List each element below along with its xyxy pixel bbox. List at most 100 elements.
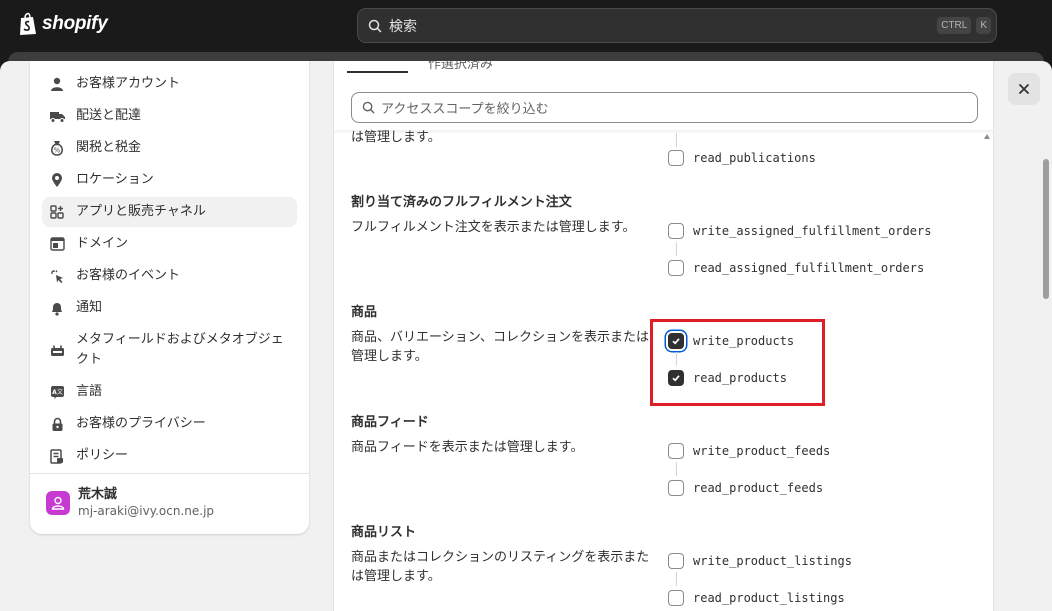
scroll-up-arrow-icon[interactable] [984,134,990,139]
perm-write-product-listings[interactable]: write_product_listings [668,553,852,569]
perm-connector [676,242,677,256]
user-account[interactable]: 荒木誠 mj-araki@ivy.ocn.ne.jp [46,487,214,519]
sidebar-item-shipping[interactable]: 配送と配達 [42,101,297,131]
shortcut-ctrl: CTRL [937,17,972,34]
sidebar-item-customer-privacy[interactable]: お客様のプライバシー [42,409,297,439]
truck-icon [48,106,66,126]
sidebar-item-customer-events[interactable]: お客様のイベント [42,261,297,291]
lock-icon [48,414,66,434]
sidebar-item-languages[interactable]: A文 言語 [42,377,297,407]
apps-icon [48,202,66,222]
scope-filter-input[interactable]: アクセススコープを絞り込む [351,92,978,123]
cursor-click-icon [48,266,66,286]
scope-description: 商品フィードを表示または管理します。 [351,440,584,455]
perm-label: read_publications [693,151,816,165]
scope-description-partial: は管理します。 [351,130,441,145]
sidebar-item-domains[interactable]: ドメイン [42,229,297,259]
tab-selected[interactable]: 作選択済み [428,61,493,72]
perm-label: write_product_listings [693,554,852,568]
person-icon [48,74,66,94]
checkbox[interactable] [668,260,684,276]
perm-read-publications[interactable]: read_publications [668,150,816,166]
top-bar: shopify 検索 CTRL K [0,0,1052,52]
user-name: 荒木誠 [78,487,118,502]
user-avatar-icon [51,496,65,510]
perm-label: write_product_feeds [693,444,831,458]
settings-modal: お客様アカウント 配送と配達 % 関税と税金 ロケーション アプリと販売チャネル [0,61,1052,611]
close-icon [1018,83,1030,95]
sidebar-item-label: アプリと販売チャネル [76,204,206,219]
sidebar-item-label: メタフィールドおよびメタオブジェクト [76,332,284,367]
avatar [46,491,70,515]
location-pin-icon [48,170,66,190]
search-icon [362,101,375,114]
checkbox[interactable] [668,223,684,239]
filter-placeholder: アクセススコープを絞り込む [381,102,549,117]
checkbox[interactable] [668,480,684,496]
global-search[interactable]: 検索 CTRL K [357,8,997,43]
sidebar-item-label: 言語 [76,384,103,399]
scope-description: 商品、バリエーション、コレクションを表示または管理します。 [351,330,649,364]
sidebar-item-label: ドメイン [76,236,129,251]
perm-label: read_assigned_fulfillment_orders [693,261,925,275]
sidebar-item-label: お客様アカウント [76,76,181,91]
perm-read-product-listings[interactable]: read_product_listings [668,590,845,606]
perm-label: write_assigned_fulfillment_orders [693,224,932,238]
sidebar-item-label: 関税と税金 [76,140,142,155]
metafield-icon [48,330,66,370]
perm-label: read_product_listings [693,591,845,605]
perm-read-assigned-fulfillment-orders[interactable]: read_assigned_fulfillment_orders [668,260,924,276]
search-placeholder: 検索 [389,18,417,35]
sidebar-item-notifications[interactable]: 通知 [42,293,297,323]
svg-text:%: % [54,147,61,155]
sidebar-item-label: 配送と配達 [76,108,142,123]
bell-icon [48,298,66,318]
perm-write-product-feeds[interactable]: write_product_feeds [668,443,830,459]
sidebar-divider [30,473,309,474]
perm-connector [676,572,677,586]
sidebar-item-label: お客様のイベント [76,268,181,283]
settings-sidebar: お客様アカウント 配送と配達 % 関税と税金 ロケーション アプリと販売チャネル [30,61,309,534]
sidebar-item-metafields[interactable]: メタフィールドおよびメタオブジェクト [42,325,297,375]
sidebar-item-label: ロケーション [76,172,154,187]
checkbox[interactable] [668,590,684,606]
domain-icon [48,234,66,254]
red-highlight-box [650,319,825,406]
tax-bag-icon: % [48,138,66,158]
scope-tabs: 作選択済み [334,61,993,75]
page-scrollbar-thumb[interactable] [1043,159,1049,299]
perm-label: read_product_feeds [693,481,824,495]
checkbox[interactable] [668,150,684,166]
search-icon [368,19,382,33]
sidebar-item-apps-channels[interactable]: アプリと販売チャネル [42,197,297,227]
checkbox[interactable] [668,553,684,569]
shortcut-k: K [976,17,991,34]
scope-title-assigned-fulfillment: 割り当て済みのフルフィルメント注文 [351,195,572,210]
scope-title-product-listings: 商品リスト [351,525,417,540]
user-email: mj-araki@ivy.ocn.ne.jp [78,504,215,518]
sidebar-item-label: ポリシー [76,448,129,463]
close-button[interactable] [1008,73,1040,105]
policy-icon [48,446,66,466]
sidebar-item-label: 通知 [76,300,103,315]
scope-description: フルフィルメント注文を表示または管理します。 [351,220,636,235]
shopify-logo[interactable]: shopify [18,12,108,36]
tab-active-indicator[interactable] [347,71,408,73]
logo-text: shopify [42,13,108,34]
perm-read-product-feeds[interactable]: read_product_feeds [668,480,823,496]
access-scopes-panel: 作選択済み アクセススコープを絞り込む は管理します。 read_publica… [333,61,994,611]
sidebar-item-policies[interactable]: ポリシー [42,441,297,471]
inner-scrollbar[interactable] [984,131,992,611]
scope-description: 商品またはコレクションのリスティングを表示または管理します。 [351,550,650,584]
sidebar-item-locations[interactable]: ロケーション [42,165,297,195]
svg-text:文: 文 [56,388,62,396]
sidebar-item-taxes[interactable]: % 関税と税金 [42,133,297,163]
scope-title-product-feeds: 商品フィード [351,415,429,430]
checkbox[interactable] [668,443,684,459]
shopify-bag-icon [20,12,36,35]
sidebar-item-customer-accounts[interactable]: お客様アカウント [42,69,297,99]
perm-write-assigned-fulfillment-orders[interactable]: write_assigned_fulfillment_orders [668,223,931,239]
scope-title-products: 商品 [351,305,378,320]
perm-connector [676,133,677,147]
language-icon: A文 [48,382,66,402]
